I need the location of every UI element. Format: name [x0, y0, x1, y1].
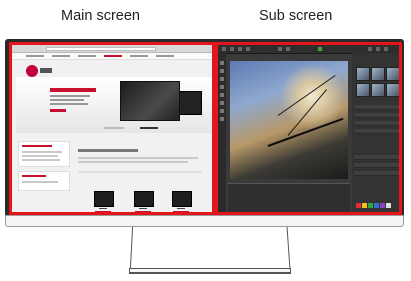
monitor-image-large: [120, 81, 180, 121]
color-swatch[interactable]: [386, 203, 391, 208]
section-text: [78, 157, 198, 159]
section-text: [78, 161, 188, 163]
monitor-base: [129, 268, 291, 274]
preset-thumbnail[interactable]: [371, 83, 385, 97]
product-link[interactable]: [95, 211, 111, 212]
editor-filmstrip[interactable]: [228, 183, 350, 212]
property-row[interactable]: [354, 155, 399, 160]
product-stand: [177, 205, 185, 209]
preset-thumbnail[interactable]: [386, 67, 399, 81]
color-swatch[interactable]: [380, 203, 385, 208]
banner-headline: [50, 88, 96, 92]
banner-text: [50, 99, 84, 101]
monitor-image-stand: [140, 119, 158, 129]
sidebar-link[interactable]: [22, 175, 46, 177]
preset-thumbnail[interactable]: [356, 67, 370, 81]
sidebar-link[interactable]: [22, 151, 62, 153]
main-screen[interactable]: [9, 42, 215, 215]
sidebar-link[interactable]: [22, 181, 58, 183]
color-swatch[interactable]: [356, 203, 361, 208]
product-link[interactable]: [135, 211, 151, 212]
banner-text: [50, 103, 88, 105]
main-screen-caption: Main screen: [61, 8, 140, 24]
lg-logo-icon[interactable]: [26, 65, 38, 77]
section-heading: [78, 149, 138, 152]
editor-toolbox[interactable]: [218, 53, 226, 212]
browser-toolbar: [12, 45, 212, 53]
sidebar-heading: [22, 145, 52, 147]
banner-text: [50, 95, 90, 97]
color-swatch[interactable]: [368, 203, 373, 208]
preset-thumbnail[interactable]: [386, 83, 399, 97]
layer-row[interactable]: [354, 105, 399, 110]
banner-cta-button[interactable]: [50, 109, 66, 112]
monitor-neck-right: [286, 227, 291, 269]
logo-wordmark: [40, 68, 52, 73]
filter-bar[interactable]: [78, 171, 202, 173]
sidebar-link[interactable]: [22, 155, 58, 157]
product-stand: [99, 205, 107, 209]
address-bar[interactable]: [46, 47, 156, 51]
layer-row[interactable]: [354, 113, 399, 118]
carousel-dots[interactable]: [104, 127, 124, 129]
property-row[interactable]: [354, 171, 399, 176]
monitor-chin: [5, 215, 404, 227]
sub-screen-caption: Sub screen: [259, 8, 333, 24]
sub-screen[interactable]: [215, 42, 402, 215]
preset-thumbnail[interactable]: [356, 83, 370, 97]
product-link[interactable]: [173, 211, 189, 212]
layer-row[interactable]: [354, 121, 399, 126]
layer-row[interactable]: [354, 129, 399, 134]
property-row[interactable]: [354, 163, 399, 168]
color-swatch[interactable]: [362, 203, 367, 208]
color-swatch[interactable]: [374, 203, 379, 208]
site-navigation[interactable]: [12, 53, 212, 60]
product-stand: [139, 205, 147, 209]
preset-thumbnail[interactable]: [371, 67, 385, 81]
monitor-neck-left: [129, 227, 134, 269]
sidebar-link[interactable]: [22, 159, 60, 161]
